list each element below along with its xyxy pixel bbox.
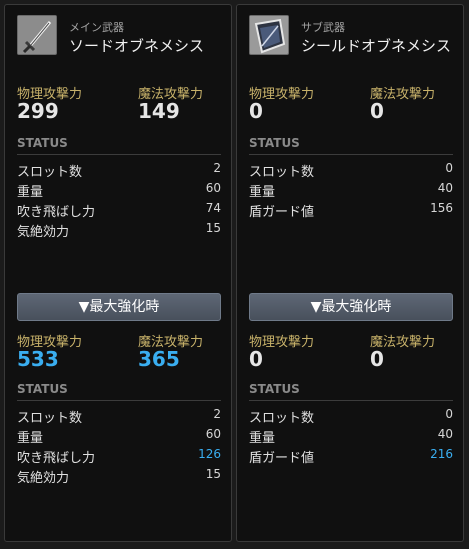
divider	[17, 400, 221, 401]
stat-value: 216	[430, 447, 453, 461]
weapon-header: サブ武器 シールドオブネメシス	[249, 15, 452, 59]
weapon-category: サブ武器	[301, 21, 345, 34]
divider	[249, 154, 453, 155]
magic-attack-value: 149	[138, 99, 180, 123]
stat-row: 重量 40	[249, 425, 453, 446]
physical-attack-value: 0	[249, 347, 263, 371]
weapon-name: シールドオブネメシス	[301, 37, 452, 55]
stat-row: スロット数 0	[249, 405, 453, 426]
stat-label: 吹き飛ばし力	[17, 205, 96, 220]
divider	[17, 154, 221, 155]
stat-label: 重量	[17, 431, 44, 446]
stat-value: 126	[198, 447, 221, 461]
weapon-category: メイン武器	[69, 21, 124, 34]
max-enhance-button[interactable]: ▼最大強化時	[249, 293, 453, 321]
stat-value: 2	[213, 407, 221, 421]
stat-value: 0	[445, 407, 453, 421]
status-heading: STATUS	[249, 136, 300, 150]
stat-value: 0	[445, 161, 453, 175]
physical-attack-value: 299	[17, 99, 59, 123]
weapon-header: メイン武器 ソードオブネメシス	[17, 15, 217, 59]
stat-row: 重量 40	[249, 179, 453, 200]
stat-row: スロット数 2	[17, 159, 221, 180]
stat-row: 盾ガード値 216	[249, 445, 453, 466]
stat-value: 40	[437, 427, 453, 441]
status-heading: STATUS	[17, 382, 68, 396]
stat-value: 74	[205, 201, 221, 215]
stat-label: 盾ガード値	[249, 451, 315, 466]
stat-value: 40	[437, 181, 453, 195]
stat-label: 重量	[17, 185, 44, 200]
physical-attack-value: 533	[17, 347, 59, 371]
stat-label: 気絶効力	[17, 225, 70, 240]
stat-row: 気絶効力 15	[17, 219, 221, 240]
stat-row: スロット数 0	[249, 159, 453, 180]
stat-row: 重量 60	[17, 179, 221, 200]
physical-attack-value: 0	[249, 99, 263, 123]
stats-list: スロット数 2 重量 60 吹き飛ばし力 74 気絶効力 15	[17, 159, 221, 240]
stat-label: スロット数	[249, 411, 315, 426]
max-enhance-button[interactable]: ▼最大強化時	[17, 293, 221, 321]
stat-label: 吹き飛ばし力	[17, 451, 96, 466]
main-weapon-panel: メイン武器 ソードオブネメシス 物理攻撃力 魔法攻撃力 299 149 STAT…	[4, 4, 232, 542]
weapon-name: ソードオブネメシス	[69, 37, 205, 55]
stat-label: スロット数	[17, 411, 83, 426]
stat-label: 重量	[249, 185, 276, 200]
stat-row: 気絶効力 15	[17, 465, 221, 486]
stat-value: 15	[205, 467, 221, 481]
stat-label: スロット数	[249, 165, 315, 180]
attack-section: 物理攻撃力 魔法攻撃力 0 0	[249, 83, 449, 125]
shield-icon	[249, 15, 289, 55]
stat-value: 2	[213, 161, 221, 175]
magic-attack-value: 365	[138, 347, 180, 371]
max-stats-list: スロット数 2 重量 60 吹き飛ばし力 126 気絶効力 15	[17, 405, 221, 486]
max-attack-section: 物理攻撃力 魔法攻撃力 533 365	[17, 331, 217, 373]
stat-row: 吹き飛ばし力 74	[17, 199, 221, 220]
stat-label: 盾ガード値	[249, 205, 315, 220]
stats-list: スロット数 0 重量 40 盾ガード値 156	[249, 159, 453, 220]
status-heading: STATUS	[249, 382, 300, 396]
magic-attack-value: 0	[370, 347, 384, 371]
stat-row: スロット数 2	[17, 405, 221, 426]
max-stats-list: スロット数 0 重量 40 盾ガード値 216	[249, 405, 453, 466]
stat-row: 重量 60	[17, 425, 221, 446]
max-attack-section: 物理攻撃力 魔法攻撃力 0 0	[249, 331, 449, 373]
sub-weapon-panel: サブ武器 シールドオブネメシス 物理攻撃力 魔法攻撃力 0 0 STATUS ス…	[236, 4, 464, 542]
stat-value: 60	[205, 181, 221, 195]
sword-icon	[17, 15, 57, 55]
stat-label: 重量	[249, 431, 276, 446]
stat-row: 盾ガード値 156	[249, 199, 453, 220]
attack-section: 物理攻撃力 魔法攻撃力 299 149	[17, 83, 217, 125]
stat-label: スロット数	[17, 165, 83, 180]
stat-value: 156	[430, 201, 453, 215]
status-heading: STATUS	[17, 136, 68, 150]
magic-attack-value: 0	[370, 99, 384, 123]
stat-value: 60	[205, 427, 221, 441]
divider	[249, 400, 453, 401]
stat-row: 吹き飛ばし力 126	[17, 445, 221, 466]
stat-value: 15	[205, 221, 221, 235]
stat-label: 気絶効力	[17, 471, 70, 486]
